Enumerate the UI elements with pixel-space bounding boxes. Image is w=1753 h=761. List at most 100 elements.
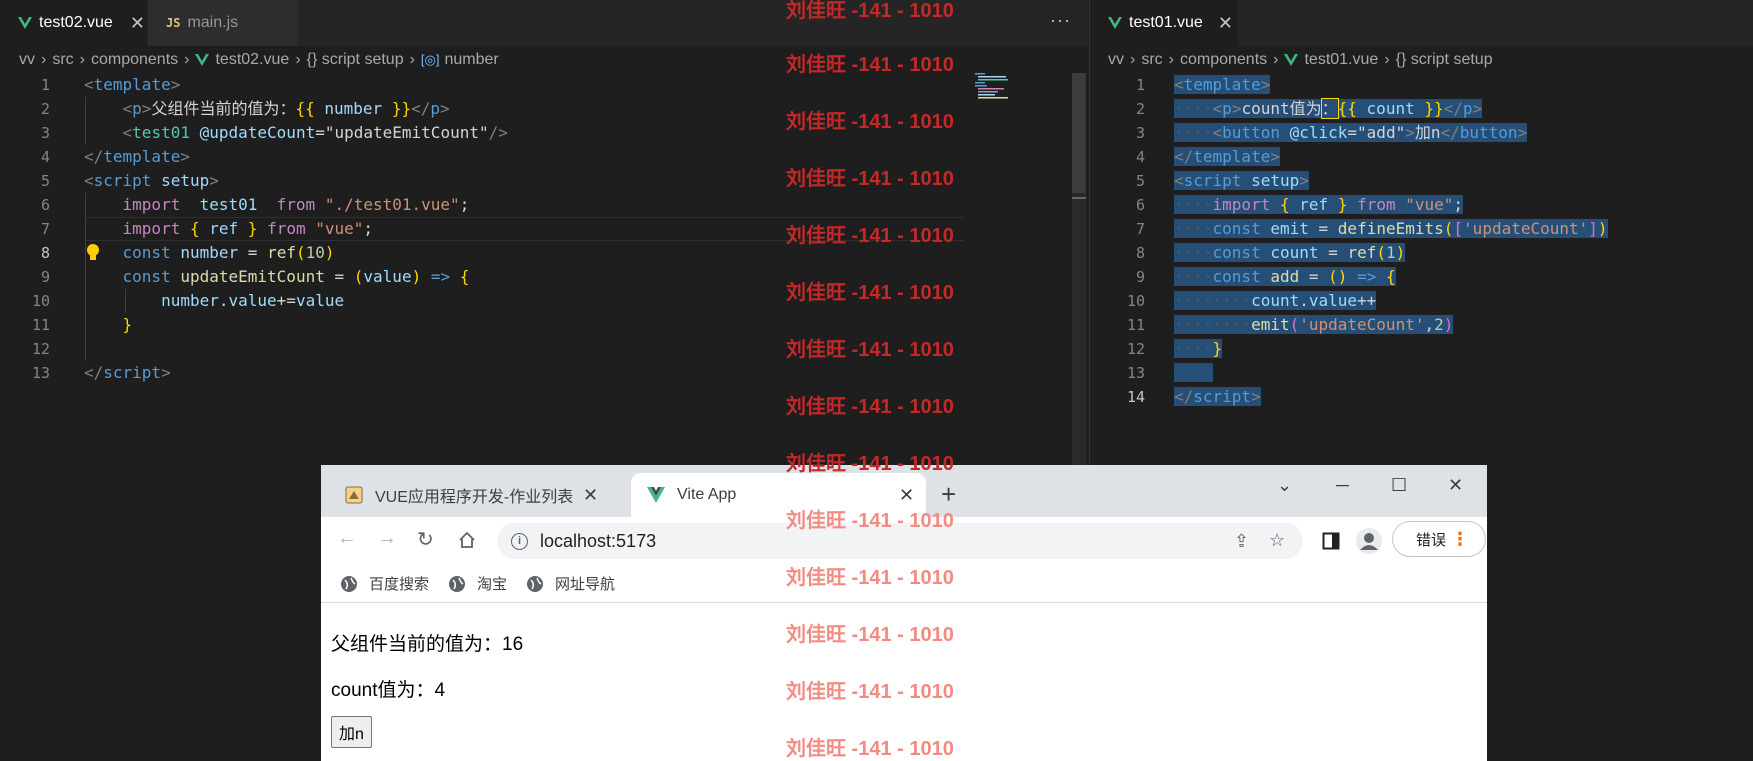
browser-tab-label: VUE应用程序开发-作业列表 (375, 489, 574, 506)
side-panel-icon[interactable] (1322, 532, 1340, 550)
code-line: 8 ····const count = ref(1) (1090, 241, 1753, 265)
line-number: 2 (40, 100, 50, 118)
code-text: ····} (1174, 339, 1223, 358)
breadcrumb-item[interactable]: src (1141, 51, 1162, 69)
watermark-text: 刘佳旺 -141 - 1010 (786, 54, 954, 76)
breadcrumb-item[interactable]: components (1180, 51, 1267, 69)
breadcrumb-item[interactable]: {} script setup (307, 51, 404, 69)
close-icon[interactable]: ✕ (1218, 13, 1233, 34)
code-text: ····const add = () => { (1174, 267, 1396, 286)
line-number: 4 (40, 148, 50, 166)
code-line: 7 ····const emit = defineEmits(['updateCo… (1090, 217, 1753, 241)
count-value-text: count值为：4 (331, 680, 446, 701)
bookmark-star-icon[interactable]: ☆ (1269, 530, 1285, 551)
forward-icon[interactable]: → (377, 527, 397, 550)
code-text: ····<button @click="add">加n</button> (1174, 123, 1528, 142)
profile-error-button[interactable]: 错误 ⋮ (1392, 521, 1486, 557)
watermark-text: 刘佳旺 -141 - 1010 (786, 681, 954, 703)
home-icon[interactable] (458, 531, 476, 549)
right-editor: test01.vue ✕ vv › src › components › test01… (1089, 0, 1753, 465)
code-line: 10 ········count.value++ (1090, 289, 1753, 313)
line-number: 11 (1126, 316, 1145, 334)
tab-test01-vue[interactable]: test01.vue ✕ (1090, 0, 1238, 46)
chevron-down-icon[interactable]: ⌄ (1277, 475, 1292, 496)
tab-test02-vue[interactable]: test02.vue ✕ (0, 0, 147, 46)
breadcrumb-item[interactable]: src (52, 51, 73, 69)
line-number: 3 (1135, 124, 1145, 142)
js-icon: JS (166, 16, 181, 30)
tab-main-js[interactable]: JS main.js (148, 0, 298, 46)
breadcrumb-item[interactable]: vv (1108, 51, 1124, 69)
tab-label: test02.vue (39, 14, 113, 31)
line-number: 3 (40, 124, 50, 142)
code-text: number.value+=value (161, 291, 345, 310)
code-line: 6 ····import { ref } from "vue"; (1090, 193, 1753, 217)
bookmark-item[interactable]: 百度搜索 (340, 573, 429, 594)
line-number: 12 (31, 340, 50, 358)
line-number: 5 (40, 172, 50, 190)
variable-icon: [◎] (420, 52, 440, 67)
line-number: 9 (40, 268, 50, 286)
line-number: 12 (1126, 340, 1145, 358)
watermark-text: 刘佳旺 -141 - 1010 (786, 168, 954, 190)
line-number: 8 (1135, 244, 1145, 262)
code-text: </template> (84, 147, 190, 166)
code-text: ····const emit = defineEmits(['updateCou… (1174, 219, 1608, 238)
line-number: 10 (31, 292, 50, 310)
back-icon[interactable]: ← (337, 527, 357, 550)
code-text: ····import { ref } from "vue"; (1174, 195, 1464, 214)
watermark-text: 刘佳旺 -141 - 1010 (786, 567, 954, 589)
code-line: 5 <script setup> (1090, 169, 1753, 193)
reload-icon[interactable]: ↻ (417, 527, 434, 552)
code-line: 14 </script> (1090, 385, 1753, 409)
avatar[interactable] (1355, 527, 1383, 555)
code-line: 13 </script> (0, 361, 1088, 385)
watermark-text: 刘佳旺 -141 - 1010 (786, 738, 954, 760)
minimap[interactable] (975, 73, 1020, 103)
kebab-menu-icon[interactable]: ⋮ (1451, 529, 1469, 550)
chevron-right-icon: › (1273, 51, 1279, 68)
code-text: ········emit('updateCount',2) (1174, 315, 1454, 334)
line-number: 8 (40, 244, 50, 262)
chevron-right-icon: › (1168, 51, 1174, 68)
breadcrumb-item[interactable]: components (91, 51, 178, 69)
close-window-icon[interactable]: ✕ (1448, 475, 1463, 496)
code-text: </script> (1174, 387, 1261, 406)
close-tab-icon[interactable]: ✕ (583, 485, 598, 506)
info-icon[interactable]: i (511, 532, 528, 550)
code-line: 11 ········emit('updateCount',2) (1090, 313, 1753, 337)
bookmark-item[interactable]: 网址导航 (526, 573, 615, 594)
bookmark-item[interactable]: 淘宝 (448, 573, 507, 594)
browser-tab-homework[interactable]: VUE应用程序开发-作业列表 ✕ (345, 473, 605, 517)
close-icon[interactable]: ✕ (130, 13, 145, 34)
profile-error-label: 错误 (1416, 531, 1447, 549)
code-text: ····const count = ref(1) (1174, 243, 1406, 262)
line-number: 6 (1135, 196, 1145, 214)
url-text[interactable]: localhost:5173 (540, 531, 656, 552)
add-n-button[interactable]: 加n (331, 716, 372, 748)
breadcrumb-item[interactable]: number (445, 51, 499, 69)
vertical-scrollbar[interactable] (1072, 73, 1086, 465)
watermark-text: 刘佳旺 -141 - 1010 (786, 225, 954, 247)
breadcrumb-item[interactable]: {} script setup (1396, 51, 1493, 69)
code-text: </template> (1174, 147, 1280, 166)
code-text: <test01 @updateCount="updateEmitCount"/> (122, 123, 508, 142)
minimize-icon[interactable]: ─ (1336, 475, 1349, 496)
line-number: 2 (1135, 100, 1145, 118)
vue-icon (1284, 54, 1299, 66)
scrollbar-thumb[interactable] (1072, 73, 1086, 193)
chevron-right-icon: › (409, 51, 415, 68)
share-icon[interactable]: ⇪ (1234, 531, 1249, 552)
breadcrumb-item[interactable]: test01.vue (1304, 51, 1378, 69)
breadcrumb-item[interactable]: vv (19, 51, 35, 69)
close-tab-icon[interactable]: ✕ (899, 485, 914, 506)
line-number: 7 (1135, 220, 1145, 238)
breadcrumb-item[interactable]: test02.vue (215, 51, 289, 69)
maximize-icon[interactable]: ☐ (1391, 475, 1407, 496)
code-line: 2 ····<p>count值为：{{ count }}</p> (1090, 97, 1753, 121)
line-number: 1 (1135, 76, 1145, 94)
chevron-right-icon: › (1384, 51, 1390, 68)
line-number: 5 (1135, 172, 1145, 190)
more-actions-icon[interactable]: ··· (1050, 10, 1071, 31)
line-number: 14 (1126, 388, 1145, 406)
